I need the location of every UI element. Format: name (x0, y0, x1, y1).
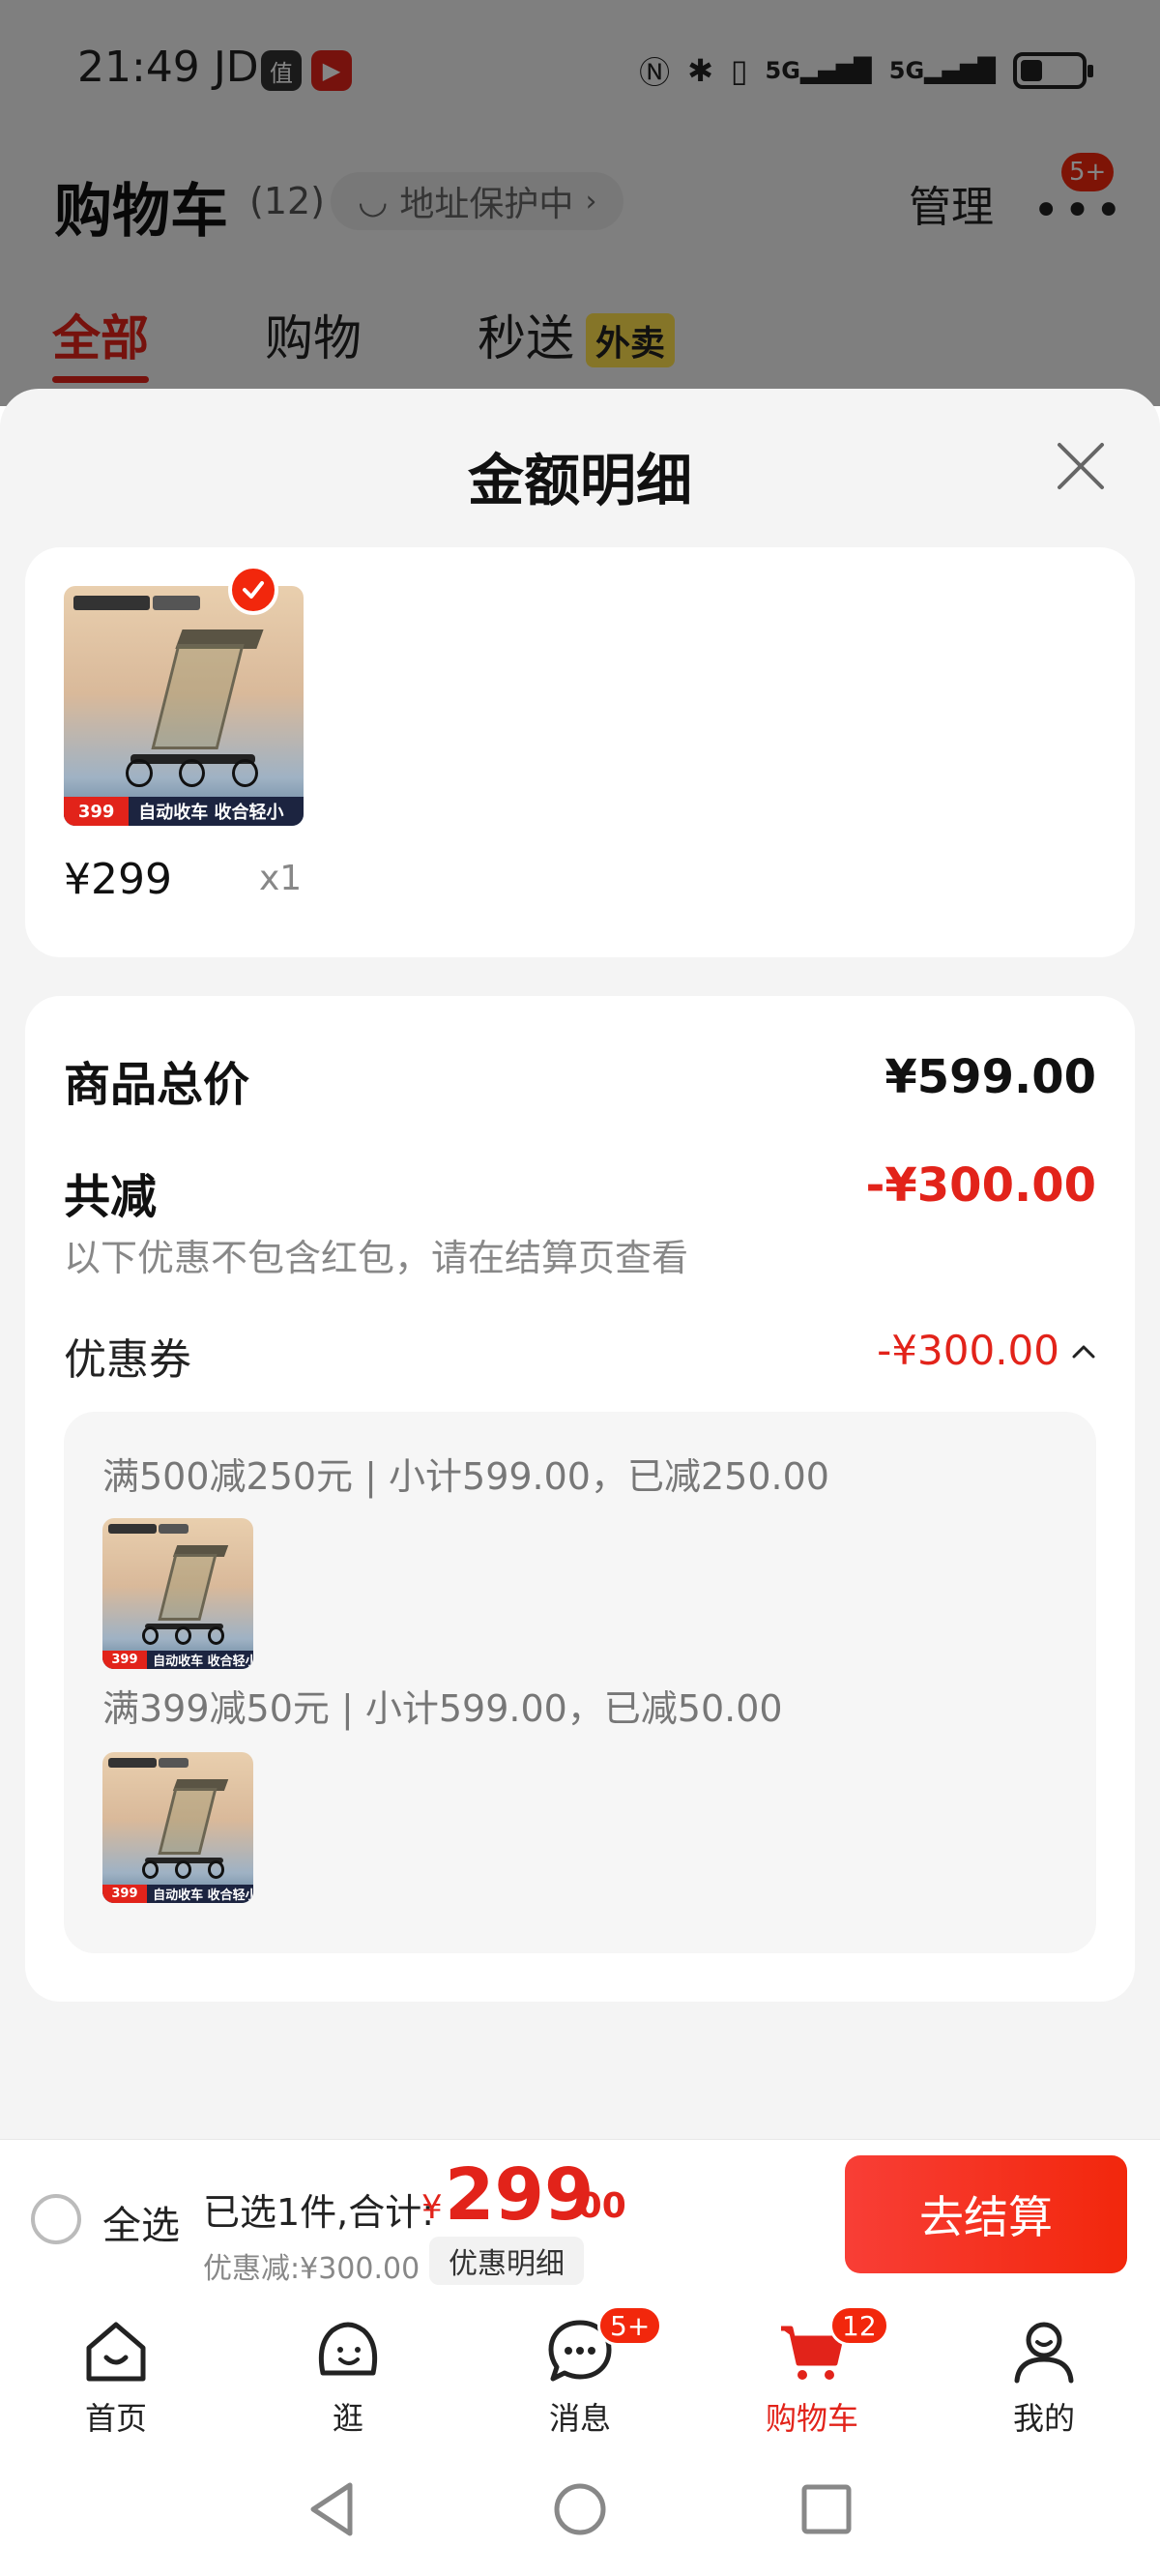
explore-icon (318, 2322, 378, 2376)
coupon-detail-box: 满500减250元 | 小计599.00，已减250.00 399 自动收车 收合… (64, 1412, 1096, 1953)
checkout-button[interactable]: 去结算 (845, 2155, 1127, 2273)
coupon-product-thumbnail: 399 自动收车 收合轻小 (102, 1752, 253, 1903)
amount-detail-sheet: 金额明细 399 自动收车 收合轻小 ¥299 x1 商品总价 ¥599.00 … (0, 389, 1160, 2139)
select-all-label[interactable]: 全选 (102, 2194, 180, 2250)
discount-total-value: -¥300.00 (865, 1158, 1096, 1213)
tab-profile[interactable]: 我的 (928, 2296, 1160, 2441)
product-thumbnail[interactable]: 399 自动收车 收合轻小 (64, 586, 304, 826)
total-price-label: 商品总价 (64, 1058, 250, 1112)
item-quantity: x1 (259, 859, 303, 898)
price-summary-card: 商品总价 ¥599.00 共减 -¥300.00 以下优惠不包含红包，请在结算页… (25, 996, 1135, 2002)
back-icon[interactable] (300, 2475, 367, 2543)
close-icon[interactable] (1054, 439, 1108, 493)
coupon-product-thumbnail: 399 自动收车 收合轻小 (102, 1518, 253, 1669)
chevron-up-icon (1072, 1345, 1095, 1358)
tab-explore[interactable]: 逛 (232, 2296, 464, 2441)
checked-icon[interactable] (228, 565, 278, 615)
bottom-tab-bar: 首页 逛 消息 5+ 购物车 12 我的 (0, 2296, 1160, 2441)
total-decimal: .00 (565, 2186, 626, 2226)
cart-badge: 12 (829, 2305, 889, 2346)
coupon-toggle[interactable]: -¥300.00 (877, 1327, 1096, 1374)
coupon-label: 优惠券 (64, 1335, 191, 1385)
total-price-value: ¥599.00 (884, 1050, 1096, 1104)
checkout-bar: 全选 已选1件,合计: ¥ 299 .00 优惠减:¥300.00 优惠明细 去… (0, 2139, 1160, 2296)
profile-icon (1014, 2322, 1074, 2384)
recents-icon[interactable] (793, 2475, 860, 2543)
discount-note: 以下优惠不包含红包，请在结算页查看 (64, 1237, 689, 1279)
item-price: ¥299 (64, 855, 172, 904)
discount-summary: 优惠减:¥300.00 (203, 2252, 420, 2286)
coupon-line: 满500减250元 | 小计599.00，已减250.00 (102, 1455, 829, 1498)
home-nav-icon[interactable] (546, 2475, 614, 2543)
item-card: 399 自动收车 收合轻小 ¥299 x1 (25, 547, 1135, 957)
discount-total-label: 共减 (64, 1170, 158, 1224)
select-all-radio[interactable] (31, 2194, 81, 2244)
home-icon (86, 2322, 146, 2382)
selected-summary: 已选1件,合计: (203, 2191, 435, 2234)
total-currency: ¥ (421, 2188, 443, 2227)
messages-badge: 5+ (597, 2305, 663, 2346)
discount-detail-button[interactable]: 优惠明细 (429, 2237, 584, 2285)
overlay-backdrop[interactable] (0, 0, 1160, 406)
system-nav-bar (0, 2441, 1160, 2576)
tab-home[interactable]: 首页 (0, 2296, 232, 2441)
tab-messages[interactable]: 消息 5+ (464, 2296, 696, 2441)
sheet-title: 金额明细 (467, 448, 692, 513)
coupon-line: 满399减50元 | 小计599.00，已减50.00 (102, 1687, 783, 1730)
tab-cart[interactable]: 购物车 12 (696, 2296, 928, 2441)
thumbnail-caption-strip: 399 自动收车 收合轻小 (64, 797, 304, 826)
